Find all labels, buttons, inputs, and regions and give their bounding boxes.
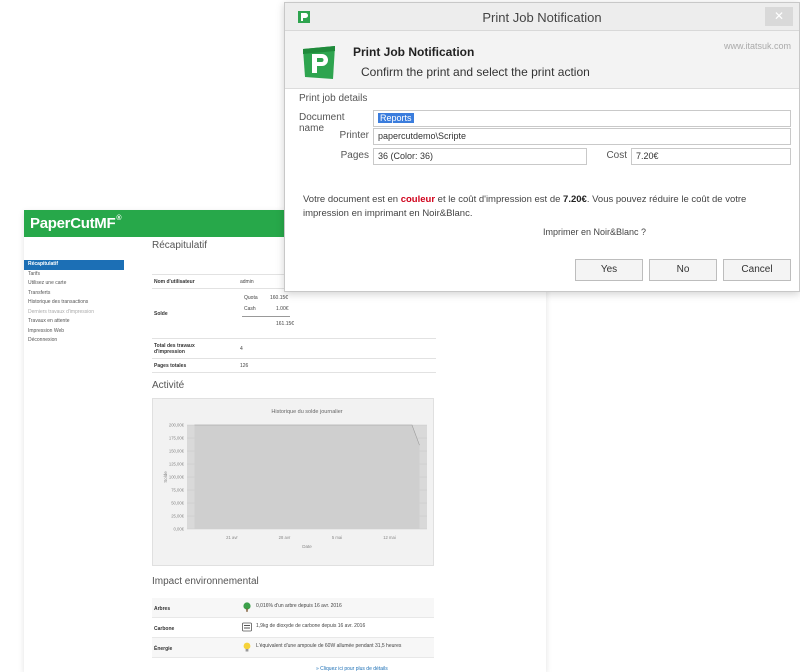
table-row: Carbone 1,9kg de dioxyde de carbone depu… (152, 618, 434, 638)
table-row: Total des travaux d'impression 4 (152, 339, 436, 359)
cost-field[interactable]: 7.20€ (631, 148, 791, 165)
printer-field[interactable]: papercutdemo\Scripte (373, 128, 791, 145)
impact-table: Arbres 0,016% d'un arbre depuis 16 avr. … (152, 598, 434, 658)
carbon-value: 1,9kg de dioxyde de carbone depuis 16 av… (256, 623, 366, 629)
x-axis-label: Date (302, 544, 312, 549)
papercut-sidebar: Récapitulatif Tarifs Utilisez une carte … (24, 260, 124, 346)
y-tick-label: 175,00€ (169, 436, 185, 441)
x-tick-label: 5 mai (332, 535, 342, 540)
impact-title: Impact environnemental (152, 576, 259, 587)
carbon-label: Carbone (154, 626, 175, 632)
table-row: Solde Quota 160.15€ Cash 1.00€ 161.15€ (152, 289, 436, 339)
balance-history-chart-svg: Historique du solde journalier 0,00€ 25,00… (163, 409, 427, 549)
y-tick-label: 25,00€ (171, 514, 184, 519)
total-pages-label: Pages totales (154, 363, 187, 369)
nav-item-impression-web[interactable]: Impression Web (24, 327, 124, 337)
nav-item-transferts[interactable]: Transferts (24, 289, 124, 299)
pages-field[interactable]: 36 (Color: 36) (373, 148, 587, 165)
nav-item-recapitulatif[interactable]: Récapitulatif (24, 260, 124, 270)
dialog-header-title: Print Job Notification (353, 45, 475, 59)
nav-item-tarifs[interactable]: Tarifs (24, 270, 124, 280)
message-prefix: Votre document est en (303, 194, 401, 205)
cash-value: 1.00€ (276, 306, 289, 312)
yes-button[interactable]: Yes (575, 259, 643, 281)
table-row: Arbres 0,016% d'un arbre depuis 16 avr. … (152, 598, 434, 618)
y-axis-label: Solde (163, 471, 168, 483)
message-middle: et le coût d'impression est de (435, 194, 564, 205)
dialog-message: Votre document est en couleur et le coût… (303, 193, 793, 221)
dialog-titlebar[interactable]: Print Job Notification ✕ (285, 3, 799, 31)
message-amount: 7.20€ (563, 194, 587, 205)
x-tick-label: 21 avr (226, 535, 238, 540)
dialog-title: Print Job Notification (482, 10, 602, 25)
papercut-logo[interactable]: PaperCutMF® (30, 215, 121, 232)
total-pages-value: 126 (240, 363, 249, 369)
balance-history-chart: Historique du solde journalier 0,00€ 25,00… (152, 398, 434, 566)
y-tick-label: 200,00€ (169, 423, 185, 428)
quota-value: 160.15€ (270, 295, 289, 301)
energy-label: Énergie (154, 646, 173, 652)
balance-label: Solde (154, 311, 168, 317)
y-tick-label: 75,00€ (171, 488, 184, 493)
close-button[interactable]: ✕ (765, 7, 793, 26)
cancel-button[interactable]: Cancel (723, 259, 791, 281)
balance-divider (242, 316, 290, 317)
nav-item-travaux-attente[interactable]: Travaux en attente (24, 317, 124, 327)
no-button[interactable]: No (649, 259, 717, 281)
print-job-details-label: Print job details (299, 93, 368, 104)
co2-icon (242, 622, 252, 632)
message-line2: impression en imprimant en Noir&Blanc. (303, 208, 473, 219)
dialog-question: Imprimer en Noir&Blanc ? (543, 227, 647, 237)
x-tick-label: 28 avr (279, 535, 291, 540)
x-tick-label: 12 mai (383, 535, 396, 540)
document-name-field[interactable]: Reports (373, 110, 791, 127)
trees-value: 0,016% d'un arbre depuis 16 avr. 2016 (256, 603, 342, 609)
activity-title: Activité (152, 380, 185, 391)
pages-label: Pages (340, 150, 369, 161)
nav-item-historique[interactable]: Historique des transactions (24, 298, 124, 308)
papercut-main: Récapitulatif Nom d'utilisateur admin So… (150, 238, 546, 672)
dialog-watermark-url: www.itatsuk.com (723, 41, 791, 51)
quota-label: Quota (244, 295, 258, 301)
chart-title: Historique du solde journalier (271, 409, 342, 415)
total-jobs-value: 4 (240, 346, 243, 352)
document-name-value: Reports (378, 113, 414, 123)
papercut-logo-text: PaperCutMF (30, 215, 116, 232)
print-job-dialog: Print Job Notification ✕ Print Job Notif… (284, 2, 800, 292)
total-jobs-label: Total des travaux d'impression (154, 343, 195, 355)
nav-item-derniers-travaux[interactable]: Derniers travaux d'impression (24, 308, 124, 318)
nav-item-deconnexion[interactable]: Déconnexion (24, 336, 124, 346)
series-area (194, 425, 420, 529)
message-color-highlight: couleur (400, 194, 436, 205)
message-suffix: . Vous pouvez réduire le coût de votre (586, 194, 747, 205)
y-tick-label: 100,00€ (169, 475, 185, 480)
user-label: Nom d'utilisateur (154, 279, 195, 285)
trees-label: Arbres (154, 606, 171, 612)
balance-total: 161.15€ (276, 321, 295, 327)
dialog-header-subtitle: Confirm the print and select the print a… (361, 65, 590, 79)
impact-details-link[interactable]: » Cliquez ici pour plus de détails (316, 666, 388, 672)
user-value: admin (240, 279, 254, 285)
printer-label: Printer (339, 130, 369, 141)
table-row: Pages totales 126 (152, 359, 436, 373)
bulb-icon (243, 642, 251, 652)
papercut-logo-mark: ® (116, 215, 122, 222)
y-tick-label: 0,00€ (174, 527, 185, 532)
y-tick-label: 50,00€ (171, 501, 184, 506)
cash-label: Cash (244, 306, 256, 312)
tree-icon (243, 602, 251, 612)
recap-title: Récapitulatif (152, 240, 208, 251)
cost-label: Cost (606, 150, 627, 161)
y-tick-label: 150,00€ (169, 449, 185, 454)
y-tick-label: 125,00€ (169, 462, 185, 467)
nav-item-utilisez-carte[interactable]: Utilisez une carte (24, 279, 124, 289)
screenshot-stage: PaperCutMF® Récapitulatif Tarifs Utilise… (0, 0, 800, 672)
table-row: Énergie L'équivalent d'une ampoule de 60… (152, 638, 434, 658)
energy-value: L'équivalent d'une ampoule de 60W allumé… (256, 643, 402, 649)
papercut-logo-icon (303, 46, 335, 79)
dialog-header: Print Job Notification Confirm the print… (285, 31, 799, 89)
